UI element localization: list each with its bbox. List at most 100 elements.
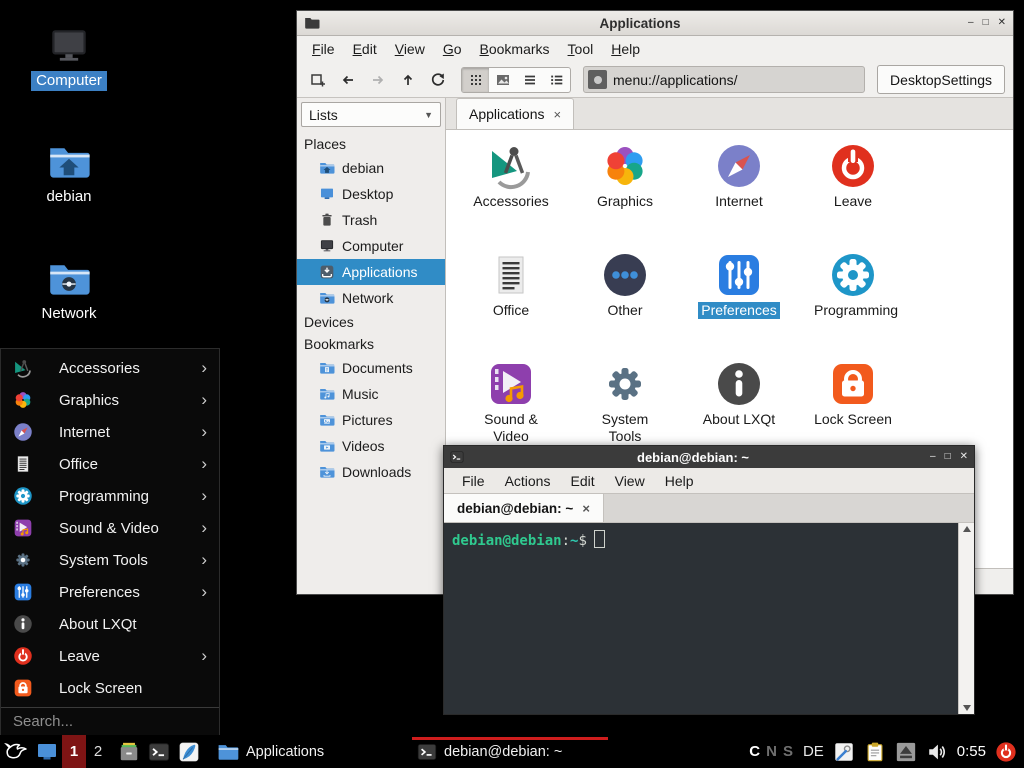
- menu-item-accessories[interactable]: Accessories›: [1, 352, 219, 384]
- menu-edit[interactable]: Edit: [344, 38, 386, 60]
- menu-item-sound-video[interactable]: Sound & Video›: [1, 512, 219, 544]
- sidebar-item-documents[interactable]: Documents: [297, 355, 445, 381]
- sidebar-item-network[interactable]: Network: [297, 285, 445, 311]
- terminal-screen[interactable]: debian@debian:~$: [444, 523, 958, 714]
- grid-item-programming[interactable]: Programming: [796, 251, 910, 360]
- menu-item-programming[interactable]: Programming›: [1, 480, 219, 512]
- grid-item-graphics[interactable]: Graphics: [568, 142, 682, 251]
- thumbnail-view-button[interactable]: [489, 68, 516, 92]
- menu-go[interactable]: Go: [434, 38, 471, 60]
- sidebar-item-applications[interactable]: Applications: [297, 259, 445, 285]
- screenshot-tray-icon[interactable]: [833, 741, 855, 763]
- menu-help[interactable]: Help: [655, 470, 704, 492]
- clipboard-tray-icon[interactable]: [864, 741, 886, 763]
- terminal-titlebar[interactable]: debian@debian: ~ – □ ✕: [444, 446, 974, 468]
- menu-file[interactable]: File: [452, 470, 495, 492]
- sidebar-item-music[interactable]: Music: [297, 381, 445, 407]
- menu-item-label: Leave: [59, 648, 201, 665]
- menu-item-office[interactable]: Office›: [1, 448, 219, 480]
- desktop-icon-network[interactable]: Network: [20, 257, 118, 324]
- grid-item-preferences[interactable]: Preferences: [682, 251, 796, 360]
- reload-button[interactable]: [425, 67, 451, 93]
- up-button[interactable]: [395, 67, 421, 93]
- sidebar-item-downloads[interactable]: Downloads: [297, 459, 445, 485]
- menu-item-about-lxqt[interactable]: About LXQt: [1, 608, 219, 640]
- address-text[interactable]: menu://applications/: [613, 72, 738, 88]
- terminal-tab[interactable]: debian@debian: ~ ×: [444, 494, 604, 522]
- sidebar-item-trash[interactable]: Trash: [297, 207, 445, 233]
- fm-titlebar[interactable]: Applications – □ ✕: [297, 11, 1013, 36]
- compact-view-button[interactable]: [543, 68, 570, 92]
- sidebar-item-videos[interactable]: Videos: [297, 433, 445, 459]
- address-bar[interactable]: menu://applications/: [583, 66, 865, 93]
- task-button-terminal[interactable]: debian@debian: ~: [410, 735, 610, 768]
- scroll-down-arrow-icon[interactable]: [963, 705, 971, 711]
- grid-item-leave[interactable]: Leave: [796, 142, 910, 251]
- location-icon: [588, 70, 607, 89]
- tab-close-icon[interactable]: ×: [554, 107, 562, 122]
- volume-icon[interactable]: [926, 741, 948, 763]
- sidebar-item-pictures[interactable]: Pictures: [297, 407, 445, 433]
- minimize-button[interactable]: –: [968, 18, 974, 28]
- menu-item-lock-screen[interactable]: Lock Screen: [1, 672, 219, 704]
- grid-item-label: System Tools: [583, 411, 667, 445]
- icon-view-button[interactable]: [462, 68, 489, 92]
- menu-view[interactable]: View: [386, 38, 434, 60]
- maximize-button[interactable]: □: [945, 452, 951, 462]
- keyboard-layout-indicator[interactable]: DE: [803, 743, 824, 760]
- sidebar-item-computer[interactable]: Computer: [297, 233, 445, 259]
- menu-actions[interactable]: Actions: [495, 470, 561, 492]
- menu-edit[interactable]: Edit: [560, 470, 604, 492]
- menu-item-leave[interactable]: Leave›: [1, 640, 219, 672]
- eject-tray-icon[interactable]: [895, 741, 917, 763]
- desktop-icon-debian[interactable]: debian: [20, 140, 118, 207]
- task-button-applications[interactable]: Applications: [210, 735, 410, 768]
- close-button[interactable]: ✕: [998, 18, 1006, 28]
- menu-item-label: Lock Screen: [59, 680, 207, 697]
- main-menu-button[interactable]: [0, 735, 32, 768]
- file-manager-icon: [118, 741, 140, 763]
- menu-item-internet[interactable]: Internet›: [1, 416, 219, 448]
- desktop-icon-computer[interactable]: Computer: [20, 24, 118, 91]
- show-desktop-button[interactable]: [32, 735, 62, 768]
- sidebar-mode-combobox[interactable]: Lists ▼: [301, 102, 441, 127]
- power-button-icon[interactable]: [995, 741, 1017, 763]
- menu-bookmarks[interactable]: Bookmarks: [471, 38, 559, 60]
- sidebar-item-label: Music: [342, 386, 379, 402]
- menu-item-preferences[interactable]: Preferences›: [1, 576, 219, 608]
- tab-applications[interactable]: Applications ×: [456, 98, 574, 129]
- workspace-2-button[interactable]: 2: [86, 735, 110, 768]
- scroll-up-arrow-icon[interactable]: [963, 526, 971, 532]
- menu-view[interactable]: View: [605, 470, 655, 492]
- menu-item-system-tools[interactable]: System Tools›: [1, 544, 219, 576]
- quicklaunch-terminal-button[interactable]: [144, 735, 174, 768]
- menu-item-graphics[interactable]: Graphics›: [1, 384, 219, 416]
- sidebar-item-debian[interactable]: debian: [297, 155, 445, 181]
- workspace-1-button[interactable]: 1: [62, 735, 86, 768]
- tab-close-icon[interactable]: ×: [582, 501, 590, 516]
- close-button[interactable]: ✕: [960, 452, 968, 462]
- desktop-settings-button[interactable]: DesktopSettings: [877, 65, 1005, 94]
- quicklaunch-file-manager-button[interactable]: [114, 735, 144, 768]
- new-tab-button[interactable]: [305, 67, 331, 93]
- forward-button[interactable]: [365, 67, 391, 93]
- terminal-scrollbar[interactable]: [958, 523, 974, 714]
- menu-help[interactable]: Help: [602, 38, 649, 60]
- grid-item-accessories[interactable]: Accessories: [454, 142, 568, 251]
- menu-file[interactable]: File: [303, 38, 344, 60]
- detailed-list-button[interactable]: [516, 68, 543, 92]
- grid-item-other[interactable]: Other: [568, 251, 682, 360]
- sidebar-item-desktop[interactable]: Desktop: [297, 181, 445, 207]
- clock[interactable]: 0:55: [957, 743, 986, 760]
- window-title: Applications: [320, 16, 960, 31]
- terminal-icon: [417, 742, 437, 762]
- grid-item-internet[interactable]: Internet: [682, 142, 796, 251]
- minimize-button[interactable]: –: [930, 452, 936, 462]
- grid-item-office[interactable]: Office: [454, 251, 568, 360]
- back-button[interactable]: [335, 67, 361, 93]
- menu-search-input[interactable]: Search...: [1, 707, 219, 735]
- quicklaunch-featherpad-button[interactable]: [174, 735, 204, 768]
- keyboard-indicator[interactable]: C N S: [749, 743, 794, 760]
- menu-tool[interactable]: Tool: [559, 38, 603, 60]
- maximize-button[interactable]: □: [983, 18, 989, 28]
